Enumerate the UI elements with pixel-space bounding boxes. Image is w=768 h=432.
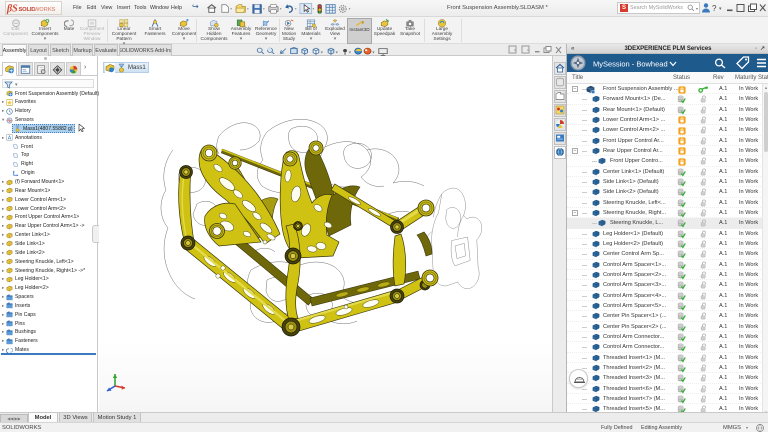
svg-text:▾: ▾ <box>336 49 338 54</box>
svg-text:•: • <box>263 7 265 13</box>
svg-text:•: • <box>280 7 282 13</box>
svg-text:βS: βS <box>6 4 18 15</box>
svg-text:•: • <box>295 7 297 13</box>
svg-text:▾: ▾ <box>372 49 374 54</box>
svg-text:SOLID: SOLID <box>19 7 36 13</box>
svg-text:WORKS: WORKS <box>34 7 56 13</box>
svg-text:•: • <box>313 7 315 13</box>
svg-text:•: • <box>349 7 351 13</box>
svg-text:▾: ▾ <box>349 49 351 54</box>
svg-text:?: ? <box>712 4 717 13</box>
svg-text:▾: ▾ <box>719 6 722 12</box>
svg-text:•: • <box>247 7 249 13</box>
svg-text:A: A <box>8 136 12 142</box>
svg-text:MySession - Bowhead: MySession - Bowhead <box>593 60 668 69</box>
svg-text:▾: ▾ <box>321 49 323 54</box>
svg-text:•: • <box>230 7 232 13</box>
